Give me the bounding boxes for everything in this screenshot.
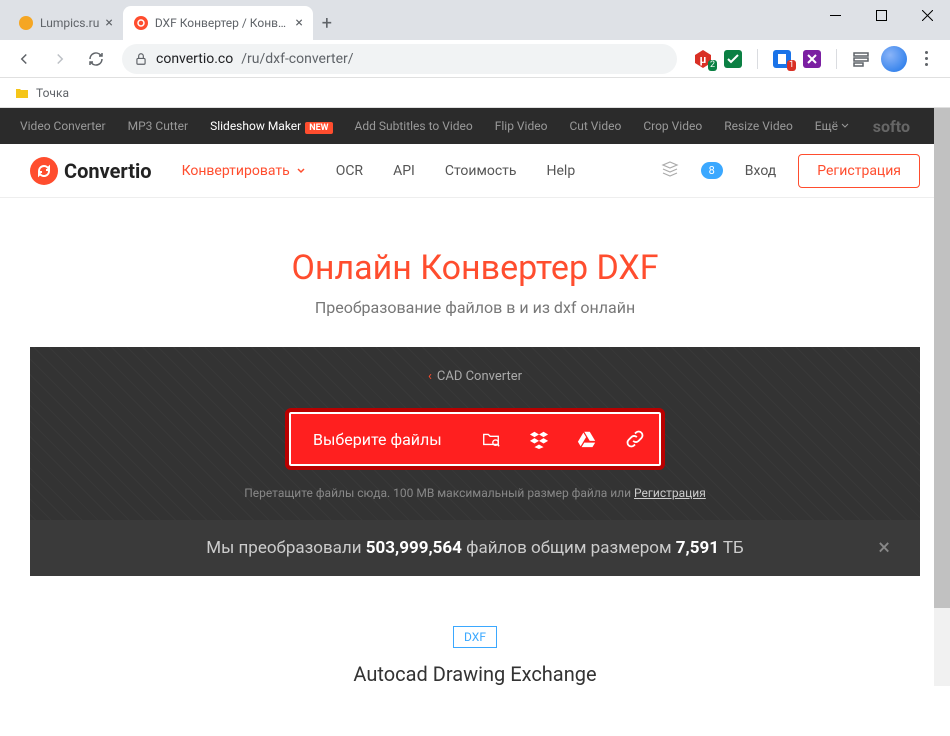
browse-folder-icon[interactable] [481,429,501,449]
softo-link[interactable]: MP3 Cutter [128,119,188,133]
lock-icon [134,52,148,66]
softo-link[interactable]: Video Converter [20,119,106,133]
layers-icon[interactable] [661,160,679,182]
scrollbar[interactable]: ▲ [934,108,950,686]
favicon-convertio [133,15,149,31]
convertio-logo[interactable]: Convertio [30,157,152,185]
logo-icon [30,157,58,185]
bookmark-item[interactable]: Точка [36,86,69,100]
ext-badge: 2 [708,60,717,71]
select-files-button[interactable]: Выберите файлы [289,430,481,449]
browser-tab-convertio[interactable]: DXF Конвертер / Конвертер в D × [123,6,313,40]
dropbox-icon[interactable] [529,429,549,449]
nav-ocr[interactable]: OCR [336,163,363,179]
ext-badge: 1 [787,60,796,71]
address-bar[interactable]: convertio.co/ru/dxf-converter/ [122,44,677,74]
close-icon[interactable]: × [295,15,302,31]
google-drive-icon[interactable] [577,429,597,449]
tab-label: DXF Конвертер / Конвертер в D [155,16,290,30]
close-icon[interactable]: × [878,536,890,561]
divider [836,49,837,69]
scrollbar-thumb[interactable] [934,108,950,608]
extension-icons: µ2 1 [687,46,942,72]
page-content: Онлайн Конвертер DXF Преобразование файл… [0,198,950,686]
nav-login[interactable]: Вход [745,163,776,179]
breadcrumb-link[interactable]: ‹CAD Converter [30,369,920,384]
softo-more[interactable]: Ещё [815,119,849,133]
folder-icon [14,85,30,101]
nav-api[interactable]: API [393,163,415,179]
extension-adblock[interactable]: µ2 [693,49,713,69]
softo-link-slideshow[interactable]: Slideshow MakerNEW [210,119,332,133]
new-tab-button[interactable]: + [313,9,341,37]
browser-menu-button[interactable] [917,51,936,66]
new-badge: NEW [305,122,332,134]
softo-logo[interactable]: softo [873,117,910,136]
page-subtitle: Преобразование файлов в и из dxf онлайн [30,298,920,317]
extension-purple[interactable] [802,49,822,69]
forward-button[interactable] [44,43,76,75]
brand-text: Convertio [64,159,152,183]
nav-convert[interactable]: Конвертировать [182,163,306,179]
close-icon[interactable]: × [105,15,112,31]
nav-help[interactable]: Help [547,163,576,179]
tab-label: Lumpics.ru [40,16,99,30]
minimize-button[interactable] [812,0,858,30]
divider [757,49,758,69]
softo-link[interactable]: Add Subtitles to Video [355,119,473,133]
reload-button[interactable] [80,43,112,75]
select-files-box: Выберите файлы [285,408,665,470]
reading-list-icon[interactable] [851,49,871,69]
format-badge[interactable]: DXF [453,626,497,648]
stats-count: 503,999,564 [366,538,462,558]
browser-toolbar: convertio.co/ru/dxf-converter/ µ2 1 [0,40,950,78]
url-path: /ru/dxf-converter/ [241,51,353,67]
stats-bar: Мы преобразовали 503,999,564 файлов общи… [30,520,920,576]
main-nav: Convertio Конвертировать OCR API Стоимос… [0,144,950,198]
favicon-lumpics [18,15,34,31]
drop-zone[interactable]: ‹CAD Converter Выберите файлы Перетащите… [30,347,920,576]
browser-tab-lumpics[interactable]: Lumpics.ru × [8,6,123,40]
softo-link[interactable]: Crop Video [643,119,702,133]
chevron-down-icon [841,122,849,130]
url-host: convertio.co [156,51,233,67]
nav-price[interactable]: Стоимость [445,163,517,179]
page-title: Онлайн Конвертер DXF [30,248,920,288]
format-title: Autocad Drawing Exchange [30,662,920,686]
extension-save[interactable]: 1 [772,49,792,69]
stats-size: 7,591 [676,538,719,558]
softo-link[interactable]: Resize Video [724,119,793,133]
maximize-button[interactable] [858,0,904,30]
register-link[interactable]: Регистрация [634,486,706,500]
chevron-down-icon [296,166,306,176]
conversion-count-badge[interactable]: 8 [701,162,723,179]
profile-avatar[interactable] [881,46,907,72]
softo-link[interactable]: Flip Video [495,119,548,133]
format-section: DXF Autocad Drawing Exchange [30,576,920,686]
softo-top-bar: Video Converter MP3 Cutter Slideshow Mak… [0,108,950,144]
close-window-button[interactable] [904,0,950,30]
extension-checkmark[interactable] [723,49,743,69]
window-controls [812,0,950,30]
browser-tab-strip: Lumpics.ru × DXF Конвертер / Конвертер в… [0,0,950,40]
softo-link[interactable]: Cut Video [569,119,621,133]
svg-text:µ: µ [700,53,707,66]
register-button[interactable]: Регистрация [798,154,920,188]
bookmarks-bar: Точка [0,78,950,108]
drop-hint: Перетащите файлы сюда. 100 MB максимальн… [30,486,920,500]
chevron-left-icon: ‹ [428,369,432,384]
link-icon[interactable] [625,429,645,449]
back-button[interactable] [8,43,40,75]
